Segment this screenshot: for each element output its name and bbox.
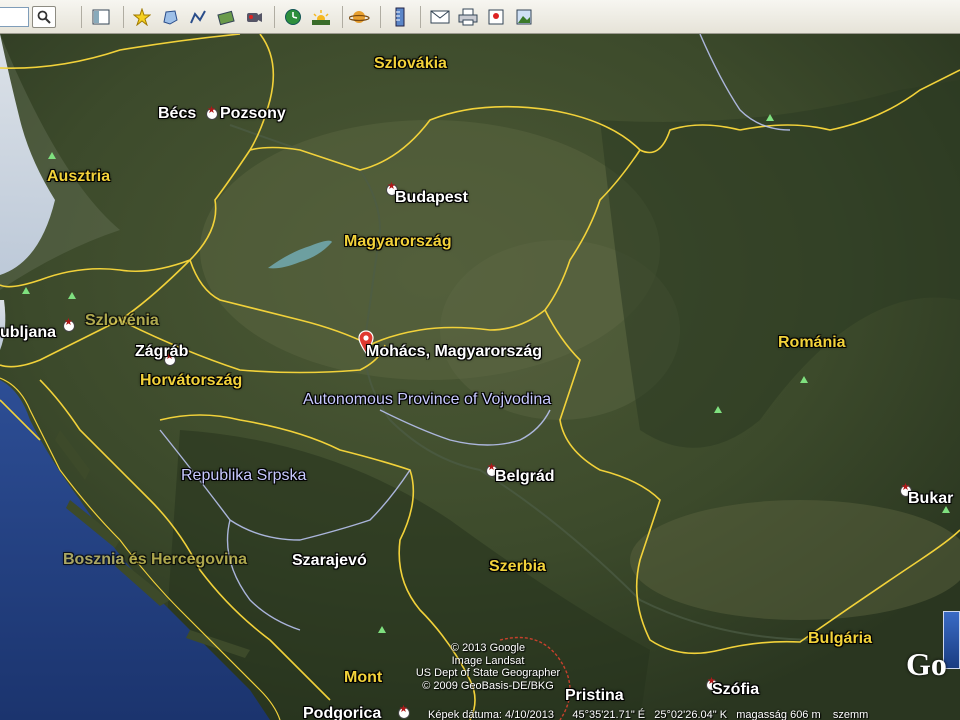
label-becs[interactable]: Bécs — [158, 105, 196, 123]
copyright-line: US Dept of State Geographer — [415, 667, 561, 679]
add-polygon-icon — [163, 10, 178, 25]
add-path-button[interactable] — [186, 6, 210, 28]
print-icon — [458, 8, 478, 26]
historical-imagery-icon — [285, 9, 301, 25]
google-logo: Go — [906, 646, 947, 682]
ruler-button[interactable] — [388, 6, 412, 28]
city-marker-ljubljana[interactable] — [64, 317, 74, 331]
city-marker-becs[interactable] — [207, 105, 217, 119]
add-path-icon — [190, 10, 206, 24]
copyright-line: © 2013 Google — [450, 642, 526, 654]
city-marker-podgorica[interactable] — [399, 704, 409, 718]
historical-imagery-button[interactable] — [281, 6, 305, 28]
label-vojvodina[interactable]: Autonomous Province of Vojvodina — [303, 391, 551, 409]
print-button[interactable] — [456, 6, 480, 28]
peak-marker[interactable] — [378, 626, 386, 633]
add-placemark-button[interactable] — [130, 6, 154, 28]
peak-marker[interactable] — [48, 152, 56, 159]
copyright-line: Image Landsat — [451, 654, 525, 667]
label-budapest[interactable]: Budapest — [395, 189, 468, 207]
label-szofia[interactable]: Szófia — [712, 681, 759, 699]
label-bukarest[interactable]: Bukar — [908, 490, 953, 508]
email-button[interactable] — [428, 6, 452, 28]
eye-altitude-readout: szemm — [832, 709, 869, 720]
peak-marker[interactable] — [766, 114, 774, 121]
label-ausztria[interactable]: Ausztria — [47, 168, 110, 186]
label-magyarorszag[interactable]: Magyarország — [344, 233, 452, 251]
record-tour-icon — [247, 13, 262, 22]
label-szlovenia[interactable]: Szlovénia — [85, 312, 159, 330]
label-szerbia[interactable]: Szerbia — [489, 558, 546, 576]
label-bulgaria[interactable]: Bulgária — [808, 630, 872, 648]
sunlight-button[interactable] — [309, 6, 333, 28]
label-pozsony[interactable]: Pozsony — [220, 105, 286, 123]
sidebar-toggle-button[interactable] — [89, 6, 113, 28]
status-bar: Képek dátuma: 4/10/2013 45°35'21.71" É 2… — [428, 709, 960, 720]
label-romania[interactable]: Románia — [778, 334, 846, 352]
sunlight-icon — [312, 10, 330, 25]
peak-marker[interactable] — [714, 406, 722, 413]
peak-marker[interactable] — [68, 292, 76, 299]
label-montenegro[interactable]: Mont — [344, 669, 382, 687]
label-republika-srpska[interactable]: Republika Srpska — [181, 467, 306, 485]
add-polygon-button[interactable] — [158, 6, 182, 28]
peak-marker[interactable] — [22, 287, 30, 294]
label-ljubljana[interactable]: ubljana — [0, 324, 56, 342]
add-placemark-icon — [133, 8, 151, 26]
toolbar — [0, 0, 960, 34]
save-image-button[interactable] — [512, 6, 536, 28]
planets-button[interactable] — [348, 6, 372, 28]
search-icon — [37, 10, 51, 24]
label-horvatorszag[interactable]: Horvátország — [140, 372, 242, 390]
label-szarajevo[interactable]: Szarajevó — [292, 552, 367, 570]
copyright-attribution: © 2013 Google Image Landsat US Dept of S… — [398, 642, 578, 692]
sidebar-toggle-icon — [92, 9, 110, 25]
peak-marker[interactable] — [800, 376, 808, 383]
save-image-icon — [516, 9, 532, 25]
elevation-readout: magasság 606 m — [736, 709, 821, 720]
longitude-readout: 25°02'26.04" K — [654, 709, 728, 720]
label-podgorica[interactable]: Podgorica — [303, 705, 381, 720]
record-tour-button[interactable] — [242, 6, 266, 28]
label-mohacs[interactable]: Mohács, Magyarország — [366, 343, 542, 361]
search-input[interactable] — [0, 7, 29, 27]
label-szlovakia[interactable]: Szlovákia — [374, 55, 447, 73]
map-view[interactable]: Szlovákia Ausztria Magyarország Szlovéni… — [0, 34, 960, 720]
add-image-overlay-button[interactable] — [214, 6, 238, 28]
imagery-date: Képek dátuma: 4/10/2013 — [428, 709, 554, 720]
view-in-maps-button[interactable] — [484, 6, 508, 28]
ruler-icon — [395, 7, 405, 27]
latitude-readout: 45°35'21.71" É — [572, 709, 646, 720]
add-image-overlay-icon — [217, 10, 235, 26]
label-belgrad[interactable]: Belgrád — [495, 468, 555, 486]
email-icon — [430, 10, 450, 24]
label-zagrab[interactable]: Zágráb — [135, 343, 188, 361]
view-in-maps-icon — [488, 9, 504, 25]
copyright-line: © 2009 GeoBasis-DE/BKG — [422, 679, 554, 692]
planets-icon — [349, 11, 370, 23]
search-button[interactable] — [32, 6, 56, 28]
label-bosznia[interactable]: Bosznia és Hercegovina — [63, 551, 247, 569]
